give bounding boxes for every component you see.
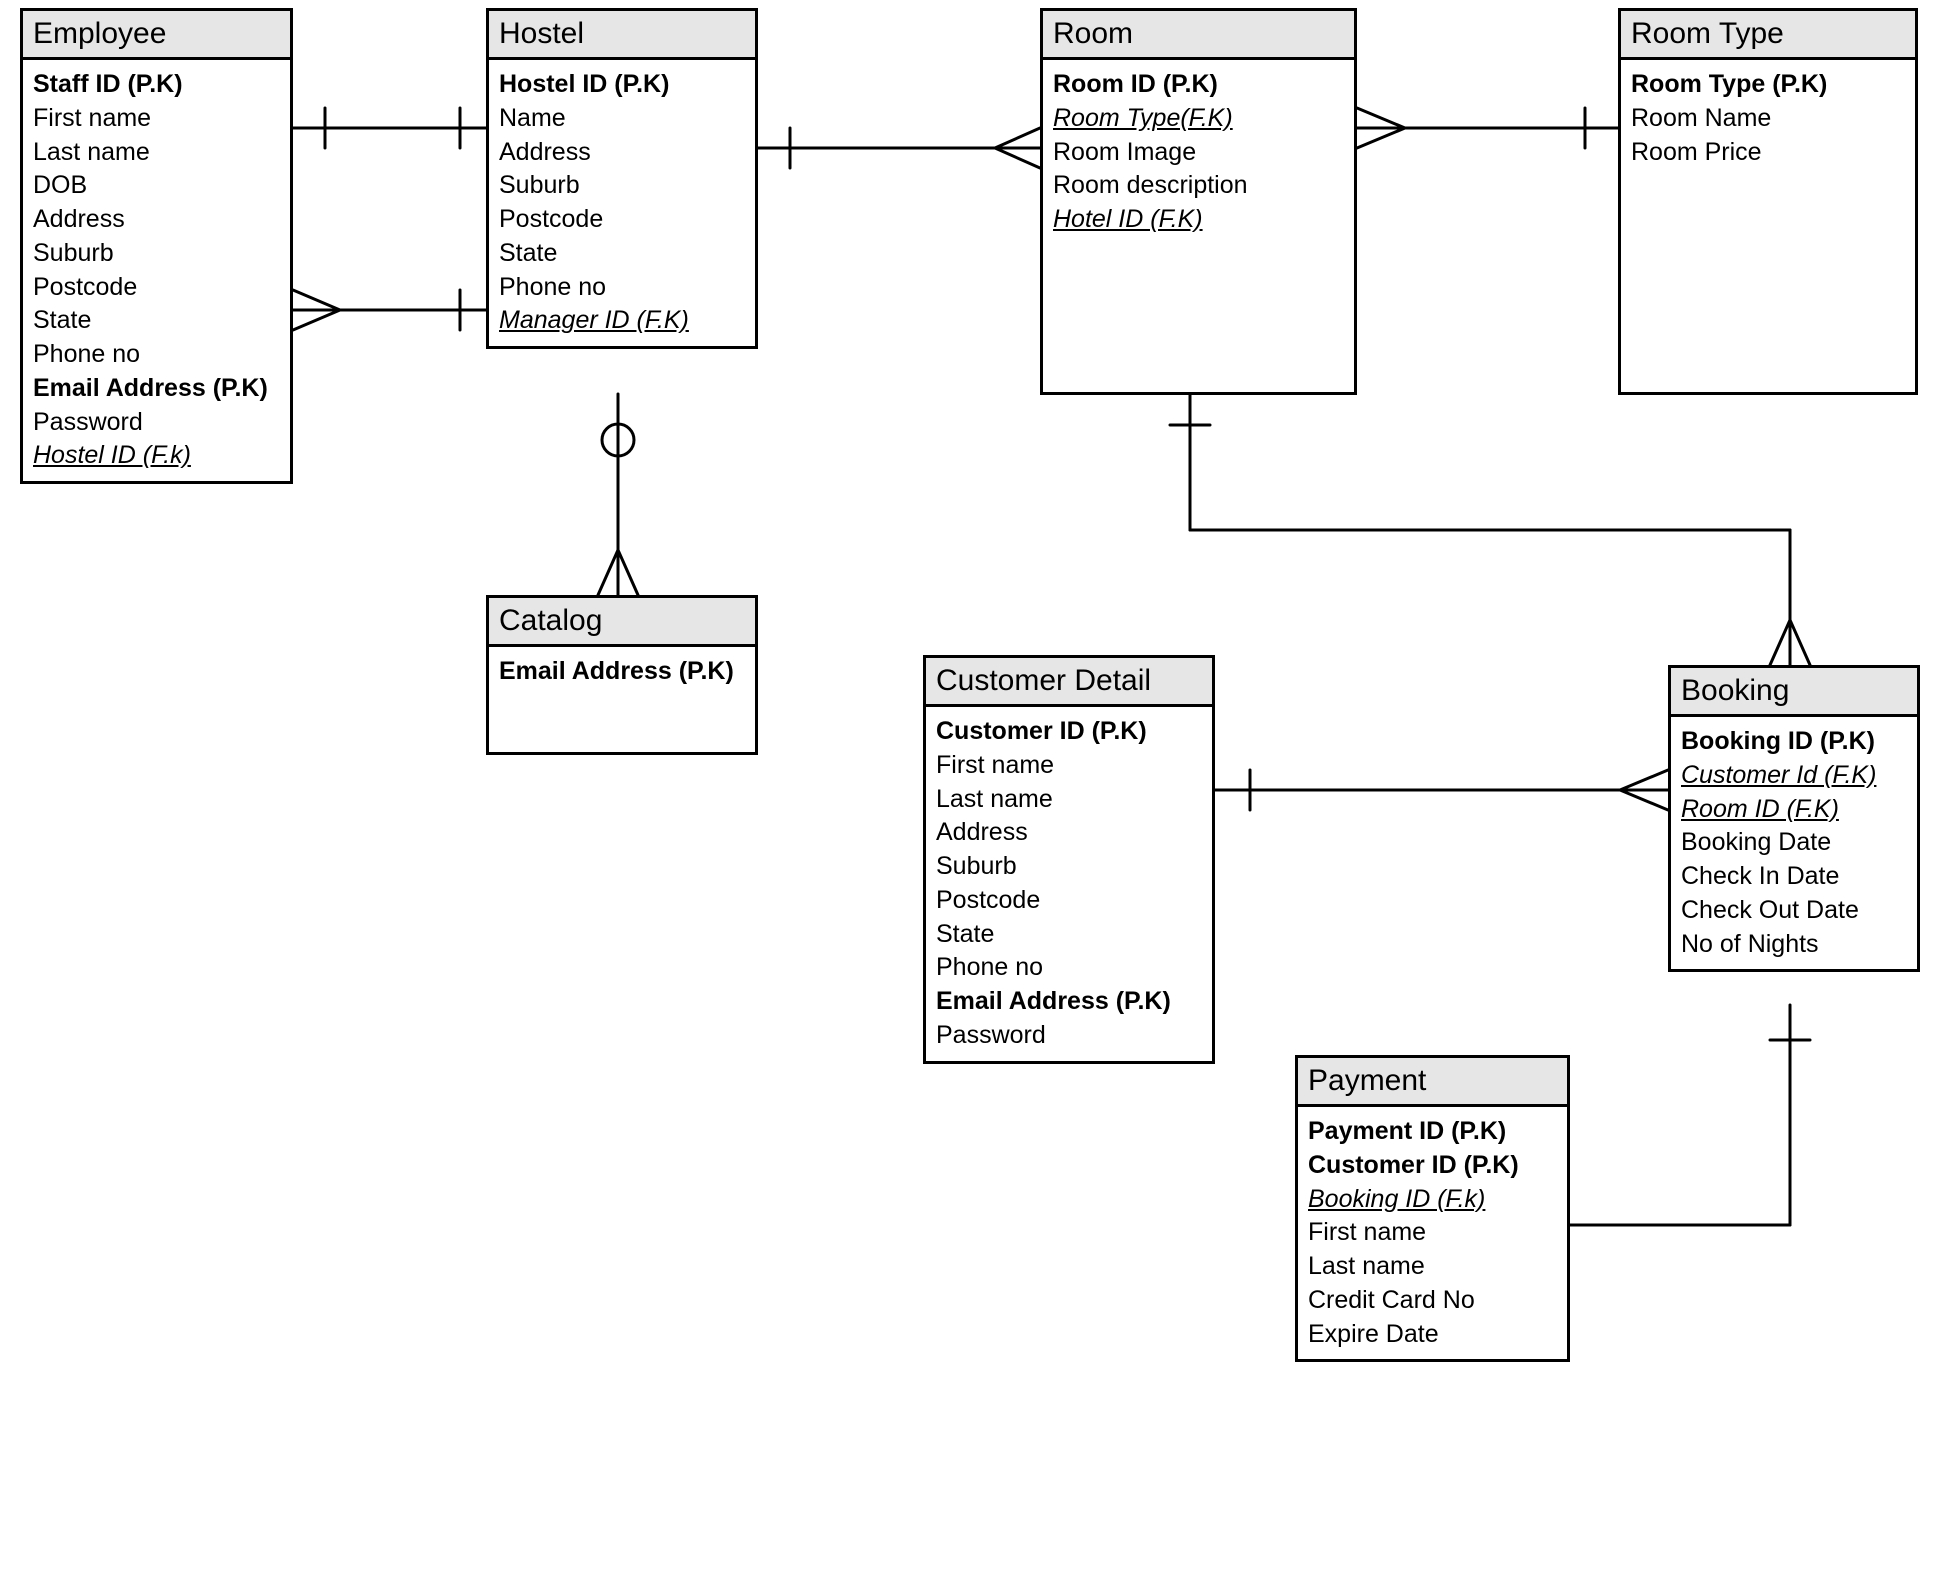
entity-title: Booking bbox=[1671, 668, 1917, 717]
attribute: Postcode bbox=[499, 203, 745, 237]
attribute: State bbox=[33, 304, 280, 338]
attribute: Address bbox=[33, 203, 280, 237]
attribute: Name bbox=[499, 102, 745, 136]
entity-payment: Payment Payment ID (P.K)Customer ID (P.K… bbox=[1295, 1055, 1570, 1362]
attribute: First name bbox=[33, 102, 280, 136]
entity-roomtype: Room Type Room Type (P.K)Room NameRoom P… bbox=[1618, 8, 1918, 395]
attribute: Last name bbox=[936, 783, 1202, 817]
attribute: Hostel ID (P.K) bbox=[499, 68, 745, 102]
attribute: Password bbox=[33, 406, 280, 440]
entity-title: Payment bbox=[1298, 1058, 1567, 1107]
entity-title: Room Type bbox=[1621, 11, 1915, 60]
entity-customer: Customer Detail Customer ID (P.K)First n… bbox=[923, 655, 1215, 1064]
entity-body-hostel: Hostel ID (P.K)NameAddressSuburbPostcode… bbox=[489, 60, 755, 346]
attribute: Email Address (P.K) bbox=[33, 372, 280, 406]
attribute: Room Type(F.K) bbox=[1053, 102, 1344, 136]
entity-hostel: Hostel Hostel ID (P.K)NameAddressSuburbP… bbox=[486, 8, 758, 349]
entity-booking: Booking Booking ID (P.K)Customer Id (F.K… bbox=[1668, 665, 1920, 972]
attribute: Customer ID (P.K) bbox=[936, 715, 1202, 749]
attribute: Postcode bbox=[33, 271, 280, 305]
attribute: Phone no bbox=[33, 338, 280, 372]
entity-body-payment: Payment ID (P.K)Customer ID (P.K)Booking… bbox=[1298, 1107, 1567, 1359]
attribute: Room Image bbox=[1053, 136, 1344, 170]
entity-title: Customer Detail bbox=[926, 658, 1212, 707]
attribute: Email Address (P.K) bbox=[936, 985, 1202, 1019]
attribute: Payment ID (P.K) bbox=[1308, 1115, 1557, 1149]
entity-body-booking: Booking ID (P.K)Customer Id (F.K)Room ID… bbox=[1671, 717, 1917, 969]
attribute: State bbox=[499, 237, 745, 271]
attribute: Suburb bbox=[33, 237, 280, 271]
attribute: Staff ID (P.K) bbox=[33, 68, 280, 102]
attribute: No of Nights bbox=[1681, 928, 1907, 962]
entity-room: Room Room ID (P.K)Room Type(F.K)Room Ima… bbox=[1040, 8, 1357, 395]
attribute: Booking ID (P.K) bbox=[1681, 725, 1907, 759]
attribute: Credit Card No bbox=[1308, 1284, 1557, 1318]
entity-title: Employee bbox=[23, 11, 290, 60]
entity-catalog: Catalog Email Address (P.K) bbox=[486, 595, 758, 755]
attribute: First name bbox=[1308, 1216, 1557, 1250]
attribute: Room Type (P.K) bbox=[1631, 68, 1905, 102]
attribute: Postcode bbox=[936, 884, 1202, 918]
attribute: Hostel ID (F.k) bbox=[33, 439, 280, 473]
entity-body-employee: Staff ID (P.K)First nameLast nameDOBAddr… bbox=[23, 60, 290, 481]
attribute: Check Out Date bbox=[1681, 894, 1907, 928]
entity-body-catalog: Email Address (P.K) bbox=[489, 647, 755, 697]
attribute: Hotel ID (F.K) bbox=[1053, 203, 1344, 237]
attribute: Booking Date bbox=[1681, 826, 1907, 860]
attribute: State bbox=[936, 918, 1202, 952]
attribute: Check In Date bbox=[1681, 860, 1907, 894]
attribute: Suburb bbox=[499, 169, 745, 203]
attribute: First name bbox=[936, 749, 1202, 783]
attribute: Phone no bbox=[936, 951, 1202, 985]
attribute: Last name bbox=[33, 136, 280, 170]
attribute: Email Address (P.K) bbox=[499, 655, 745, 689]
attribute: DOB bbox=[33, 169, 280, 203]
attribute: Suburb bbox=[936, 850, 1202, 884]
attribute: Customer ID (P.K) bbox=[1308, 1149, 1557, 1183]
entity-body-roomtype: Room Type (P.K)Room NameRoom Price bbox=[1621, 60, 1915, 177]
attribute: Room description bbox=[1053, 169, 1344, 203]
attribute: Address bbox=[936, 816, 1202, 850]
entity-title: Hostel bbox=[489, 11, 755, 60]
attribute: Room ID (F.K) bbox=[1681, 793, 1907, 827]
attribute: Room ID (P.K) bbox=[1053, 68, 1344, 102]
attribute: Password bbox=[936, 1019, 1202, 1053]
er-diagram-canvas: Employee Staff ID (P.K)First nameLast na… bbox=[0, 0, 1952, 1573]
entity-title: Room bbox=[1043, 11, 1354, 60]
entity-body-customer: Customer ID (P.K)First nameLast nameAddr… bbox=[926, 707, 1212, 1061]
attribute: Room Price bbox=[1631, 136, 1905, 170]
entity-title: Catalog bbox=[489, 598, 755, 647]
attribute: Customer Id (F.K) bbox=[1681, 759, 1907, 793]
attribute: Manager ID (F.K) bbox=[499, 304, 745, 338]
attribute: Expire Date bbox=[1308, 1318, 1557, 1352]
attribute: Last name bbox=[1308, 1250, 1557, 1284]
entity-body-room: Room ID (P.K)Room Type(F.K)Room ImageRoo… bbox=[1043, 60, 1354, 245]
attribute: Address bbox=[499, 136, 745, 170]
attribute: Phone no bbox=[499, 271, 745, 305]
attribute: Booking ID (F.k) bbox=[1308, 1183, 1557, 1217]
entity-employee: Employee Staff ID (P.K)First nameLast na… bbox=[20, 8, 293, 484]
attribute: Room Name bbox=[1631, 102, 1905, 136]
